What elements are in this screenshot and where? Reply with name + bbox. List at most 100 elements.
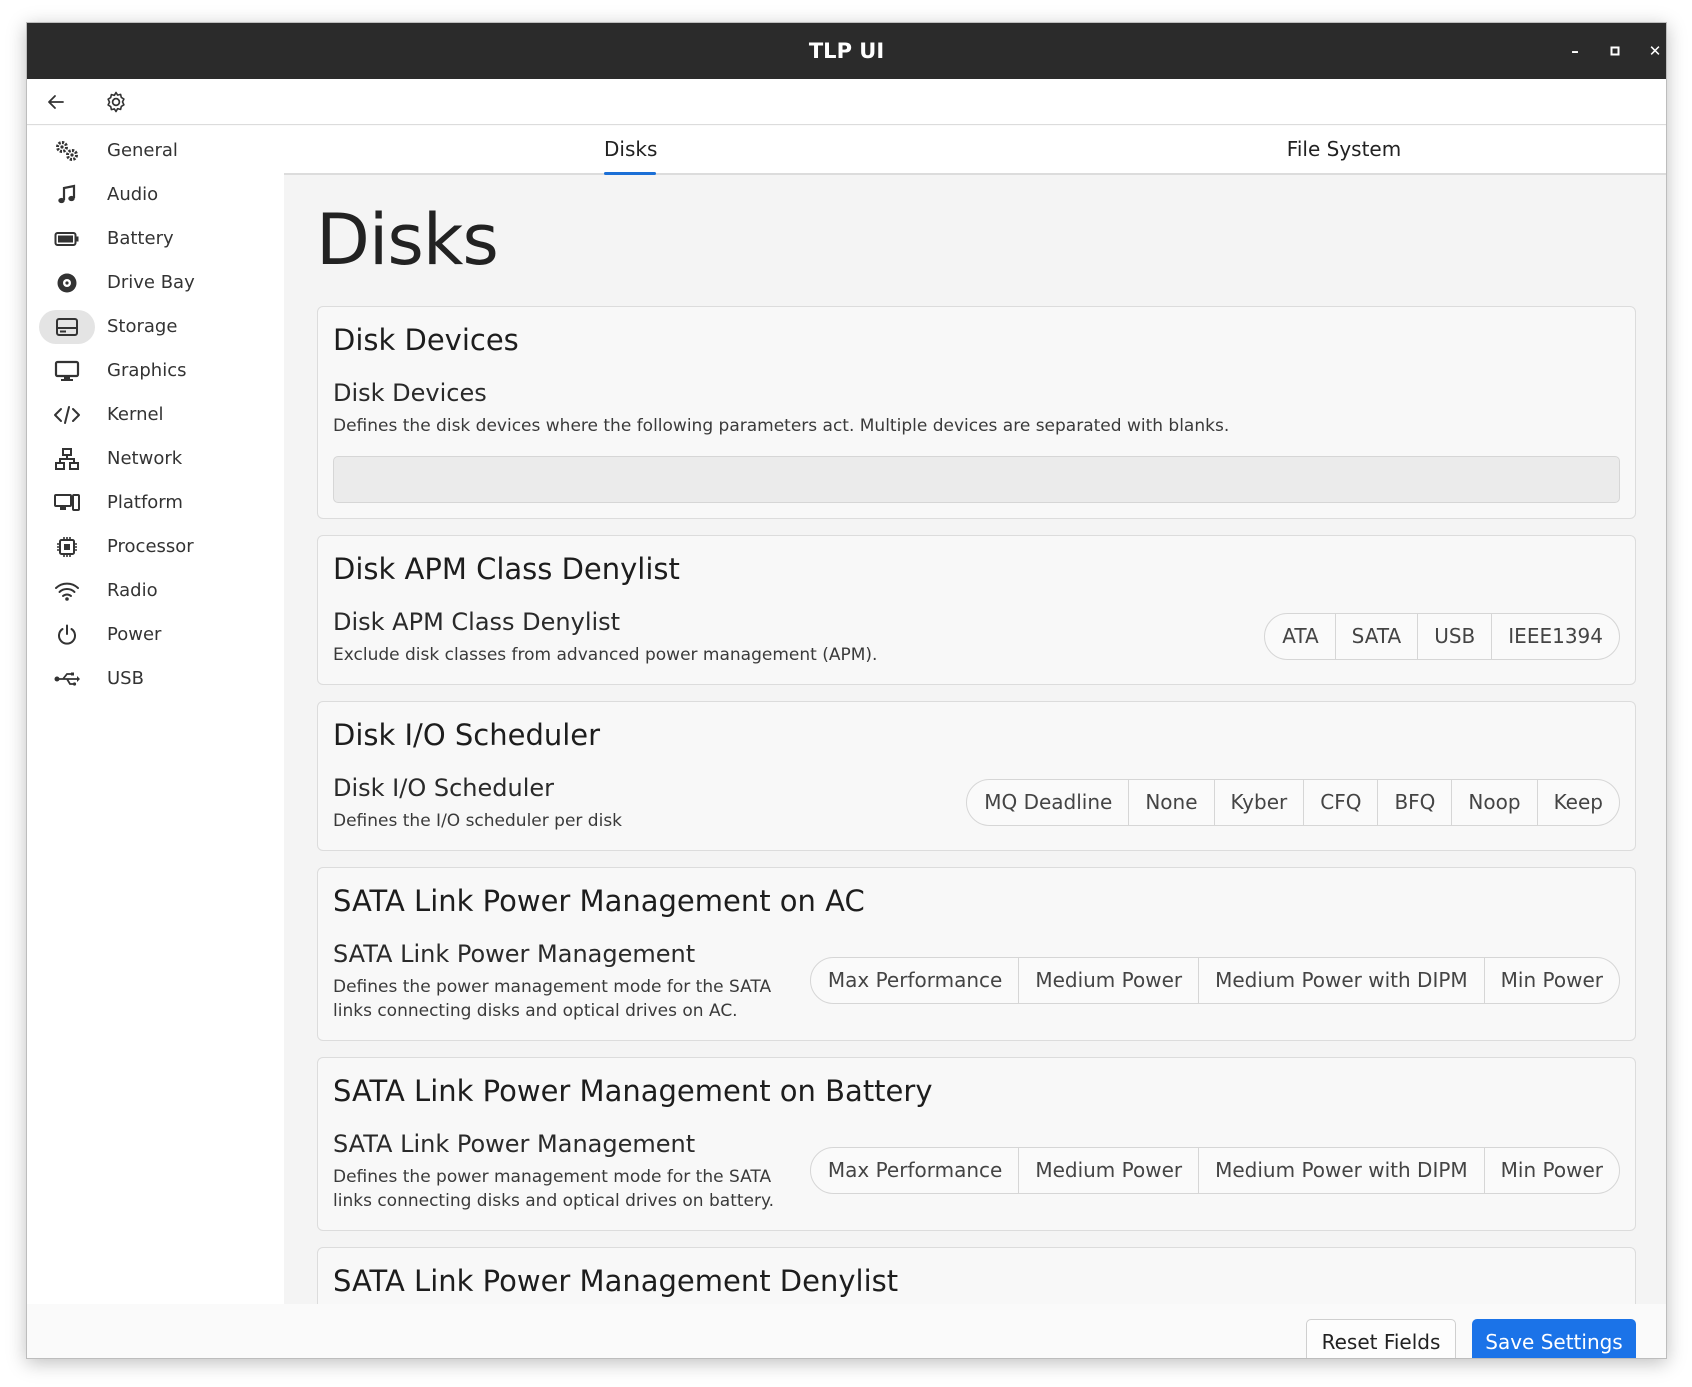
option-ata[interactable]: ATA (1265, 614, 1334, 659)
sidebar-item-kernel[interactable]: Kernel (39, 395, 279, 435)
card-apm-denylist: Disk APM Class Denylist Disk APM Class D… (317, 535, 1636, 685)
sidebar-item-radio[interactable]: Radio (39, 571, 279, 611)
titlebar: TLP UI – ✕ (27, 23, 1666, 79)
gears-icon (56, 141, 78, 161)
option-max-performance[interactable]: Max Performance (811, 1148, 1018, 1193)
tab-file-system[interactable]: File System (1284, 126, 1404, 174)
card-title: Disk Devices (333, 323, 519, 357)
sidebar-item-label: Network (107, 448, 183, 469)
field-label: Disk I/O Scheduler (333, 774, 555, 802)
reset-fields-button[interactable]: Reset Fields (1306, 1319, 1456, 1358)
field-label: Disk Devices (333, 379, 487, 407)
battery-icon (54, 232, 79, 246)
network-icon (55, 448, 79, 470)
sidebar-item-label: General (107, 140, 178, 161)
io-scheduler-radio-group: MQ Deadline None Kyber CFQ BFQ Noop Keep (966, 779, 1620, 826)
sidebar-item-label: Drive Bay (107, 272, 195, 293)
sidebar: General Audio Battery Drive Bay Storage … (27, 126, 284, 1304)
option-bfq[interactable]: BFQ (1377, 780, 1451, 825)
sidebar-item-label: Audio (107, 184, 159, 205)
tab-label: Disks (604, 137, 658, 161)
option-medium-power[interactable]: Medium Power (1018, 1148, 1198, 1193)
power-icon (58, 624, 76, 645)
field-label: SATA Link Power Management (333, 940, 696, 968)
arrow-left-icon (48, 95, 64, 109)
field-label: SATA Link Power Management (333, 1130, 696, 1158)
window-title: TLP UI (808, 39, 885, 63)
cpu-chip-icon (57, 537, 77, 557)
sata-lpm-battery-radio-group: Max Performance Medium Power Medium Powe… (809, 1147, 1620, 1194)
option-medium-power-dipm[interactable]: Medium Power with DIPM (1198, 958, 1484, 1003)
close-button[interactable]: ✕ (1641, 37, 1666, 65)
sidebar-item-label: Processor (107, 536, 194, 557)
code-icon (54, 406, 80, 424)
option-ieee1394[interactable]: IEEE1394 (1491, 614, 1619, 659)
usb-icon (54, 672, 80, 686)
card-title: Disk APM Class Denylist (333, 552, 680, 586)
tab-disks[interactable]: Disks (604, 126, 658, 175)
card-title: Disk I/O Scheduler (333, 718, 601, 752)
option-sata[interactable]: SATA (1334, 614, 1418, 659)
sidebar-item-drive-bay[interactable]: Drive Bay (39, 263, 279, 303)
page-title: Disks (316, 199, 499, 281)
sidebar-item-battery[interactable]: Battery (39, 219, 279, 259)
option-mq-deadline[interactable]: MQ Deadline (967, 780, 1128, 825)
monitor-icon (54, 360, 80, 381)
maximize-button[interactable] (1601, 37, 1629, 65)
option-max-performance[interactable]: Max Performance (811, 958, 1018, 1003)
music-note-icon (58, 184, 76, 204)
option-none[interactable]: None (1128, 780, 1213, 825)
option-medium-power[interactable]: Medium Power (1018, 958, 1198, 1003)
minimize-button[interactable]: – (1561, 37, 1589, 65)
save-settings-button[interactable]: Save Settings (1472, 1319, 1636, 1358)
sidebar-item-general[interactable]: General (39, 131, 279, 171)
sidebar-item-label: Storage (107, 316, 178, 337)
sidebar-item-graphics[interactable]: Graphics (39, 351, 279, 391)
field-description: links connecting disks and optical drive… (333, 1191, 775, 1211)
option-noop[interactable]: Noop (1451, 780, 1536, 825)
card-title: SATA Link Power Management on Battery (333, 1074, 933, 1108)
sidebar-item-usb[interactable]: USB (39, 659, 279, 699)
sidebar-item-storage[interactable]: Storage (39, 307, 279, 347)
option-usb[interactable]: USB (1417, 614, 1491, 659)
back-button[interactable] (42, 88, 70, 116)
wifi-icon (55, 582, 79, 601)
sidebar-item-label: USB (107, 668, 144, 689)
option-keep[interactable]: Keep (1536, 780, 1619, 825)
tab-bar: Disks File System (284, 126, 1666, 175)
maximize-icon (1610, 46, 1620, 56)
main-content: Disks Disk Devices Disk Devices Defines … (284, 175, 1666, 1304)
sidebar-item-network[interactable]: Network (39, 439, 279, 479)
sidebar-item-audio[interactable]: Audio (39, 175, 279, 215)
disc-icon (57, 273, 77, 293)
sidebar-item-platform[interactable]: Platform (39, 483, 279, 523)
card-title: SATA Link Power Management on AC (333, 884, 865, 918)
option-min-power[interactable]: Min Power (1483, 958, 1619, 1003)
field-description: Defines the power management mode for th… (333, 977, 772, 997)
sidebar-item-label: Kernel (107, 404, 164, 425)
sidebar-item-power[interactable]: Power (39, 615, 279, 655)
card-disk-devices: Disk Devices Disk Devices Defines the di… (317, 306, 1636, 519)
option-medium-power-dipm[interactable]: Medium Power with DIPM (1198, 1148, 1484, 1193)
settings-button[interactable] (102, 88, 130, 116)
sidebar-item-label: Graphics (107, 360, 187, 381)
sidebar-item-label: Radio (107, 580, 158, 601)
sidebar-item-label: Power (107, 624, 162, 645)
field-label: Disk APM Class Denylist (333, 608, 621, 636)
sidebar-item-processor[interactable]: Processor (39, 527, 279, 567)
hard-drive-icon (56, 318, 78, 336)
card-title: SATA Link Power Management Denylist (333, 1264, 899, 1298)
option-kyber[interactable]: Kyber (1213, 780, 1304, 825)
disk-devices-input[interactable] (333, 456, 1620, 503)
gear-icon (107, 91, 125, 113)
footer-bar: Reset Fields Save Settings (27, 1304, 1666, 1358)
field-description: links connecting disks and optical drive… (333, 1001, 738, 1021)
devices-icon (54, 494, 80, 511)
field-description: Defines the disk devices where the follo… (333, 416, 1230, 436)
option-cfq[interactable]: CFQ (1303, 780, 1377, 825)
option-min-power[interactable]: Min Power (1483, 1148, 1619, 1193)
card-io-scheduler: Disk I/O Scheduler Disk I/O Scheduler De… (317, 701, 1636, 851)
field-description: Exclude disk classes from advanced power… (333, 645, 878, 665)
field-description: Defines the power management mode for th… (333, 1167, 772, 1187)
toolbar (27, 79, 1666, 125)
